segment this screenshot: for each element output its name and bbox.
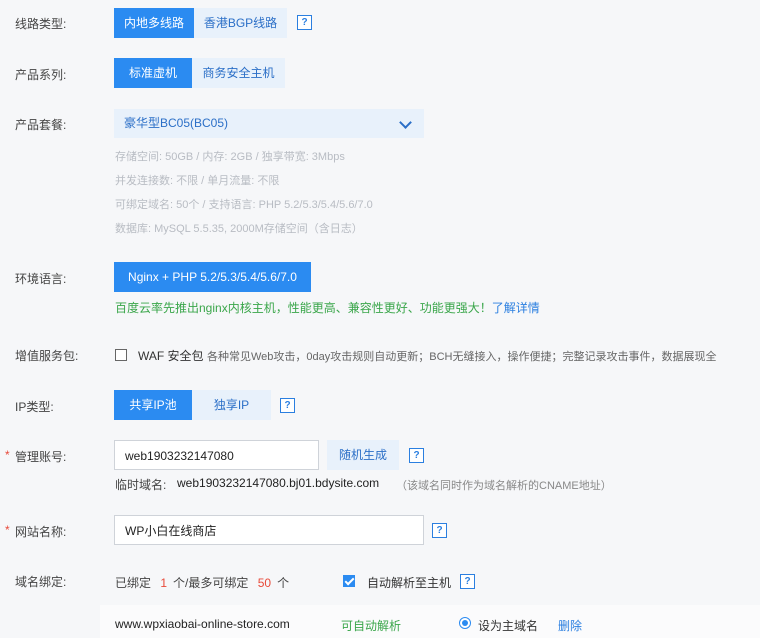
env-lang-promo: 百度云率先推出nginx内核主机，性能更高、兼容性更好、功能更强大！了解详情 [115,299,540,316]
plan-spec-connections: 并发连接数: 不限 / 单月流量: 不限 [115,175,280,187]
set-primary-radio[interactable] [459,617,471,629]
product-plan-select[interactable]: 豪华型BC05(BC05) [114,109,424,138]
env-lang-learn-more-link[interactable]: 了解详情 [492,301,540,315]
value-added-label: 增值服务包: [15,349,79,363]
plan-spec-storage: 存储空间: 50GB / 内存: 2GB / 独享带宽: 3Mbps [115,151,345,163]
random-generate-button[interactable]: 随机生成 [327,440,399,470]
delete-domain-link[interactable]: 删除 [558,617,582,634]
ip-type-label: IP类型: [15,400,54,414]
domain-value: www.wpxiaobai-online-store.com [115,617,290,631]
max-prefix: 个/最多可绑定 [173,576,249,590]
product-series-option-business[interactable]: 商务安全主机 [192,58,285,88]
auto-resolve-checkbox[interactable] [343,575,355,587]
bound-count-text: 已绑定 1 个/最多可绑定 50 个 [115,574,289,591]
product-series-label: 产品系列: [15,68,67,82]
admin-account-input[interactable]: web1903232147080 [114,440,319,470]
env-lang-label: 环境语言: [15,272,67,286]
set-primary-label: 设为主域名 [478,619,539,633]
bound-prefix: 已绑定 [115,576,152,590]
domain-status: 可自动解析 [341,619,402,633]
domain-binding-label: 域名绑定: [15,575,67,589]
plan-spec-database: 数据库: MySQL 5.5.35, 2000M存储空间（含日志） [115,223,363,235]
admin-account-label: 管理账号: [5,448,66,465]
admin-account-help-icon[interactable]: ? [409,448,424,463]
ip-type-help-icon[interactable]: ? [280,398,295,413]
product-plan-selected: 豪华型BC05(BC05) [124,116,229,130]
domain-binding-help-icon[interactable]: ? [460,574,475,589]
product-series-option-standard[interactable]: 标准虚机 [114,58,192,88]
site-name-label: 网站名称: [5,523,66,540]
auto-resolve-label: 自动解析至主机 [367,576,452,590]
line-type-help-icon[interactable]: ? [297,15,312,30]
waf-description: 各种常见Web攻击，0day攻击规则自动更新；BCH无缝接入，操作便捷；完整记录… [207,351,717,363]
line-type-option-hk-bgp[interactable]: 香港BGP线路 [194,8,287,38]
line-type-option-mainland[interactable]: 内地多线路 [114,8,194,38]
product-plan-label: 产品套餐: [15,118,67,132]
bound-count: 1 [160,576,168,590]
ip-type-option-dedicated[interactable]: 独享IP [192,390,271,420]
max-count: 50 [257,576,272,590]
ip-type-option-shared[interactable]: 共享IP池 [114,390,192,420]
plan-spec-domains: 可绑定域名: 50个 / 支持语言: PHP 5.2/5.3/5.4/5.6/7… [115,199,373,211]
waf-checkbox[interactable] [115,349,127,361]
temp-domain-label: 临时域名: [115,478,167,492]
line-type-label: 线路类型: [15,17,67,31]
chevron-down-icon [399,116,412,129]
temp-domain-value: web1903232147080.bj01.bdysite.com [177,476,380,490]
waf-name: WAF 安全包 [138,349,204,363]
env-lang-promo-text: 百度云率先推出nginx内核主机，性能更高、兼容性更好、功能更强大！ [115,301,492,315]
site-name-input[interactable]: WP小白在线商店 [114,515,424,545]
count-unit: 个 [277,576,290,590]
env-lang-option-nginx-php[interactable]: Nginx + PHP 5.2/5.3/5.4/5.6/7.0 [114,262,311,292]
site-name-help-icon[interactable]: ? [432,523,447,538]
temp-domain-note: （该域名同时作为域名解析的CNAME地址） [396,480,612,492]
